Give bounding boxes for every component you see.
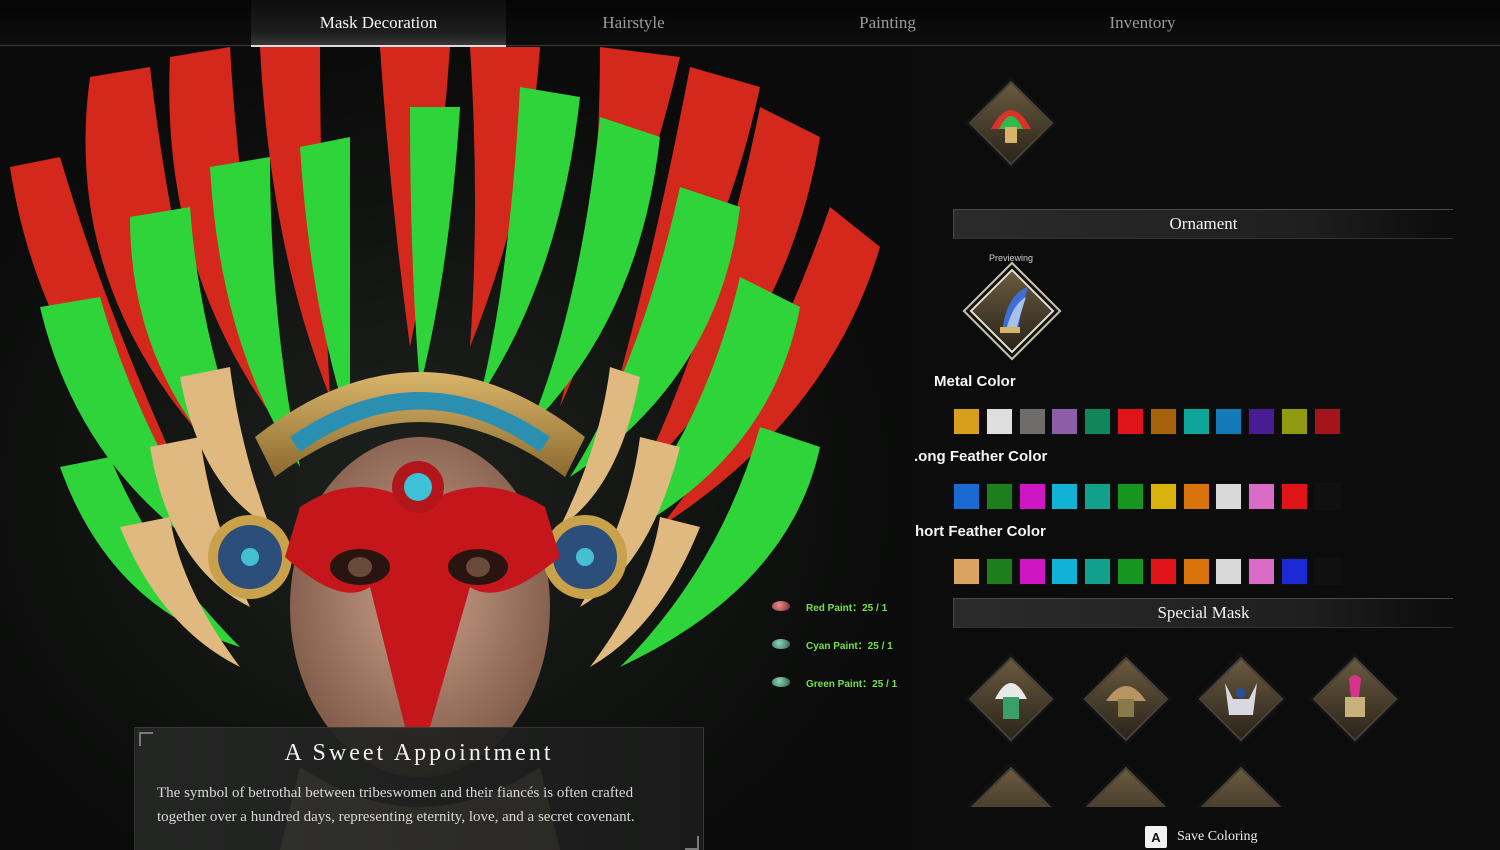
metal-color-swatch[interactable] [1280, 408, 1308, 435]
long-feather-color-swatch[interactable] [1149, 483, 1177, 510]
special-mask-section-header: Special Mask [953, 598, 1453, 628]
long-feather-color-swatch[interactable] [1280, 483, 1308, 510]
short-feather-color-swatches [953, 558, 1347, 585]
special-mask-1[interactable] [965, 653, 1057, 745]
long-feather-color-swatches [953, 483, 1347, 510]
item-title: A Sweet Appointment [284, 740, 554, 766]
green-paint-icon [772, 677, 790, 687]
metal-color-swatch[interactable] [1084, 408, 1112, 435]
paint-item-cyan: Cyan Paint：25 / 1 [772, 625, 910, 663]
long-feather-color-swatch[interactable] [1051, 483, 1079, 510]
paint-label: Green Paint：25 / 1 [806, 678, 898, 690]
long-feather-color-swatch[interactable] [1182, 483, 1210, 510]
paint-inventory-list: Red Paint：25 / 1 Cyan Paint：25 / 1 Green… [772, 587, 910, 701]
special-mask-7[interactable] [1195, 763, 1287, 807]
metal-color-swatch[interactable] [1018, 408, 1046, 435]
metal-color-swatch[interactable] [1215, 408, 1243, 435]
top-tab-bar: Mask Decoration Hairstyle Painting Inven… [0, 0, 1500, 47]
short-feather-color-swatch[interactable] [1215, 558, 1243, 585]
tab-inventory[interactable]: Inventory [1015, 0, 1270, 46]
ornament-section-header: Ornament [953, 209, 1453, 239]
paint-item-green: Green Paint：25 / 1 [772, 663, 910, 701]
a-key-icon: A [1145, 826, 1167, 848]
short-feather-color-swatch[interactable] [1149, 558, 1177, 585]
short-feather-color-swatch[interactable] [1248, 558, 1276, 585]
metal-color-swatch[interactable] [1116, 408, 1144, 435]
tab-painting[interactable]: Painting [760, 0, 1015, 46]
feather-headdress-icon [991, 110, 1031, 143]
corner-ornament [685, 836, 699, 850]
paint-label: Cyan Paint：25 / 1 [806, 640, 893, 652]
short-feather-color-swatch[interactable] [1280, 558, 1308, 585]
customization-panel: Ornament Previewing Metal Color .ong Fea… [910, 47, 1500, 850]
slot-frame [1198, 766, 1284, 807]
short-feather-color-swatch[interactable] [1313, 558, 1341, 585]
item-description-box: A Sweet Appointment The symbol of betrot… [134, 727, 704, 850]
metal-color-swatch[interactable] [1313, 408, 1341, 435]
short-feather-color-swatch[interactable] [1051, 558, 1079, 585]
paint-label: Red Paint：25 / 1 [806, 602, 888, 614]
save-coloring-button[interactable]: A Save Coloring [1145, 826, 1258, 848]
tab-mask-decoration[interactable]: Mask Decoration [251, 0, 506, 47]
long-feather-color-label: .ong Feather Color [914, 448, 1048, 465]
long-feather-color-swatch[interactable] [1215, 483, 1243, 510]
special-mask-3[interactable] [1195, 653, 1287, 745]
long-feather-color-swatch[interactable] [1248, 483, 1276, 510]
metal-color-swatch[interactable] [1051, 408, 1079, 435]
special-mask-next-row [953, 759, 1403, 807]
cyan-paint-icon [772, 639, 790, 649]
metal-color-swatch[interactable] [953, 408, 980, 435]
long-feather-color-swatch[interactable] [1116, 483, 1144, 510]
tan-feather-mask-icon [1106, 686, 1146, 717]
short-feather-color-swatch[interactable] [953, 558, 980, 585]
blue-feather-ornament-icon [1000, 287, 1028, 333]
previewing-label: Previewing [989, 253, 1034, 263]
tab-hairstyle[interactable]: Hairstyle [506, 0, 761, 46]
white-feather-mask-icon [995, 683, 1027, 719]
special-mask-6[interactable] [1080, 763, 1172, 807]
paint-item-red: Red Paint：25 / 1 [772, 587, 910, 625]
item-description: The symbol of betrothal between tribeswo… [157, 785, 635, 825]
metal-color-swatches [953, 408, 1347, 435]
mask-slot[interactable] [965, 77, 1057, 169]
character-preview[interactable]: Red Paint：25 / 1 Cyan Paint：25 / 1 Green… [0, 47, 910, 850]
metal-color-label: Metal Color [934, 373, 1016, 390]
metal-color-swatch[interactable] [1248, 408, 1276, 435]
short-feather-color-swatch[interactable] [985, 558, 1013, 585]
slot-frame [1083, 766, 1169, 807]
slot-frame [968, 766, 1054, 807]
long-feather-color-swatch[interactable] [953, 483, 980, 510]
special-mask-4[interactable] [1309, 653, 1401, 745]
save-coloring-label: Save Coloring [1177, 829, 1258, 844]
red-paint-icon [772, 601, 790, 611]
metal-color-swatch[interactable] [985, 408, 1013, 435]
special-mask-5[interactable] [965, 763, 1057, 807]
long-feather-color-swatch[interactable] [1084, 483, 1112, 510]
special-mask-2[interactable] [1080, 653, 1172, 745]
ornament-slot[interactable] [966, 265, 1058, 357]
short-feather-color-swatch[interactable] [1018, 558, 1046, 585]
short-feather-color-label: hort Feather Color [915, 523, 1046, 540]
short-feather-color-swatch[interactable] [1084, 558, 1112, 585]
short-feather-color-swatch[interactable] [1182, 558, 1210, 585]
pink-crest-mask-icon [1345, 675, 1365, 717]
metal-color-swatch[interactable] [1149, 408, 1177, 435]
horned-skull-mask-icon [1225, 683, 1257, 715]
long-feather-color-swatch[interactable] [1018, 483, 1046, 510]
short-feather-color-swatch[interactable] [1116, 558, 1144, 585]
long-feather-color-swatch[interactable] [985, 483, 1013, 510]
long-feather-color-swatch[interactable] [1313, 483, 1341, 510]
metal-color-swatch[interactable] [1182, 408, 1210, 435]
